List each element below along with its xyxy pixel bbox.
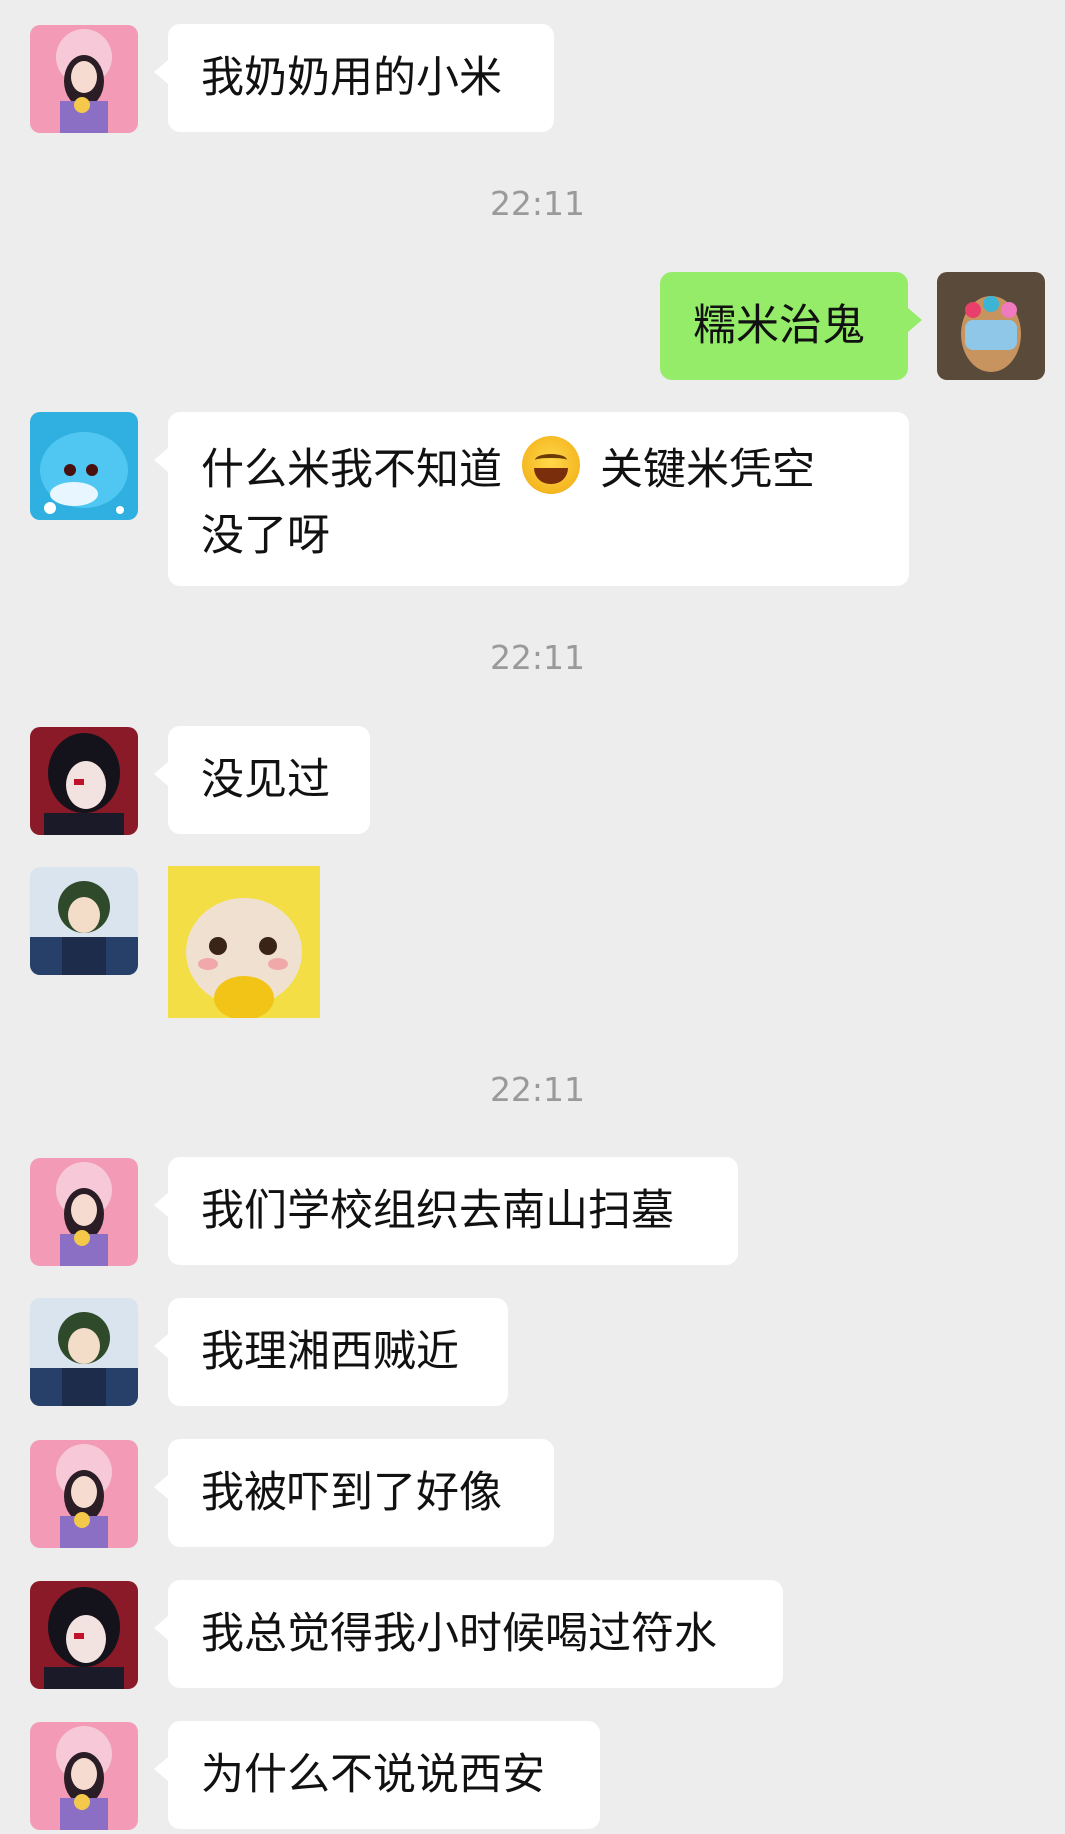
avatar-girl[interactable]	[30, 1158, 138, 1266]
timestamp: 22:11	[489, 184, 586, 223]
message-bubble[interactable]: 我们学校组织去南山扫墓	[154, 1157, 738, 1265]
avatar-girl[interactable]	[30, 1722, 138, 1830]
my-message-bubble[interactable]: 糯米治鬼	[660, 272, 922, 380]
message-text: 什么米我不知道	[201, 445, 502, 495]
avatar-green-boy[interactable]	[30, 867, 138, 975]
message-bubble[interactable]: 没见过	[154, 726, 370, 834]
avatar-self[interactable]	[937, 272, 1045, 380]
message-bubble[interactable]: 我被吓到了好像	[154, 1439, 554, 1547]
avatar-dark-boy[interactable]	[30, 1581, 138, 1689]
message-text: 关键米凭空	[600, 445, 815, 495]
tears-of-joy-emoji-icon	[522, 436, 580, 494]
message-text: 没了呀	[201, 511, 330, 561]
avatar-dark-boy[interactable]	[30, 727, 138, 835]
message-bubble[interactable]: 我理湘西贼近	[154, 1298, 508, 1406]
message-bubble[interactable]: 为什么不说说西安	[154, 1721, 600, 1829]
avatar-girl[interactable]	[30, 25, 138, 133]
message-bubble[interactable]: 我奶奶用的小米	[154, 24, 554, 132]
message-bubble[interactable]: 什么米我不知道 关键米凭空 没了呀	[154, 412, 909, 586]
message-bubble[interactable]: 我总觉得我小时候喝过符水	[154, 1580, 783, 1688]
teletubby-sticker[interactable]	[168, 866, 320, 1018]
avatar-green-boy[interactable]	[30, 1298, 138, 1406]
timestamp: 22:11	[489, 638, 586, 677]
avatar-whale[interactable]	[30, 412, 138, 520]
timestamp: 22:11	[489, 1070, 586, 1109]
avatar-girl[interactable]	[30, 1440, 138, 1548]
